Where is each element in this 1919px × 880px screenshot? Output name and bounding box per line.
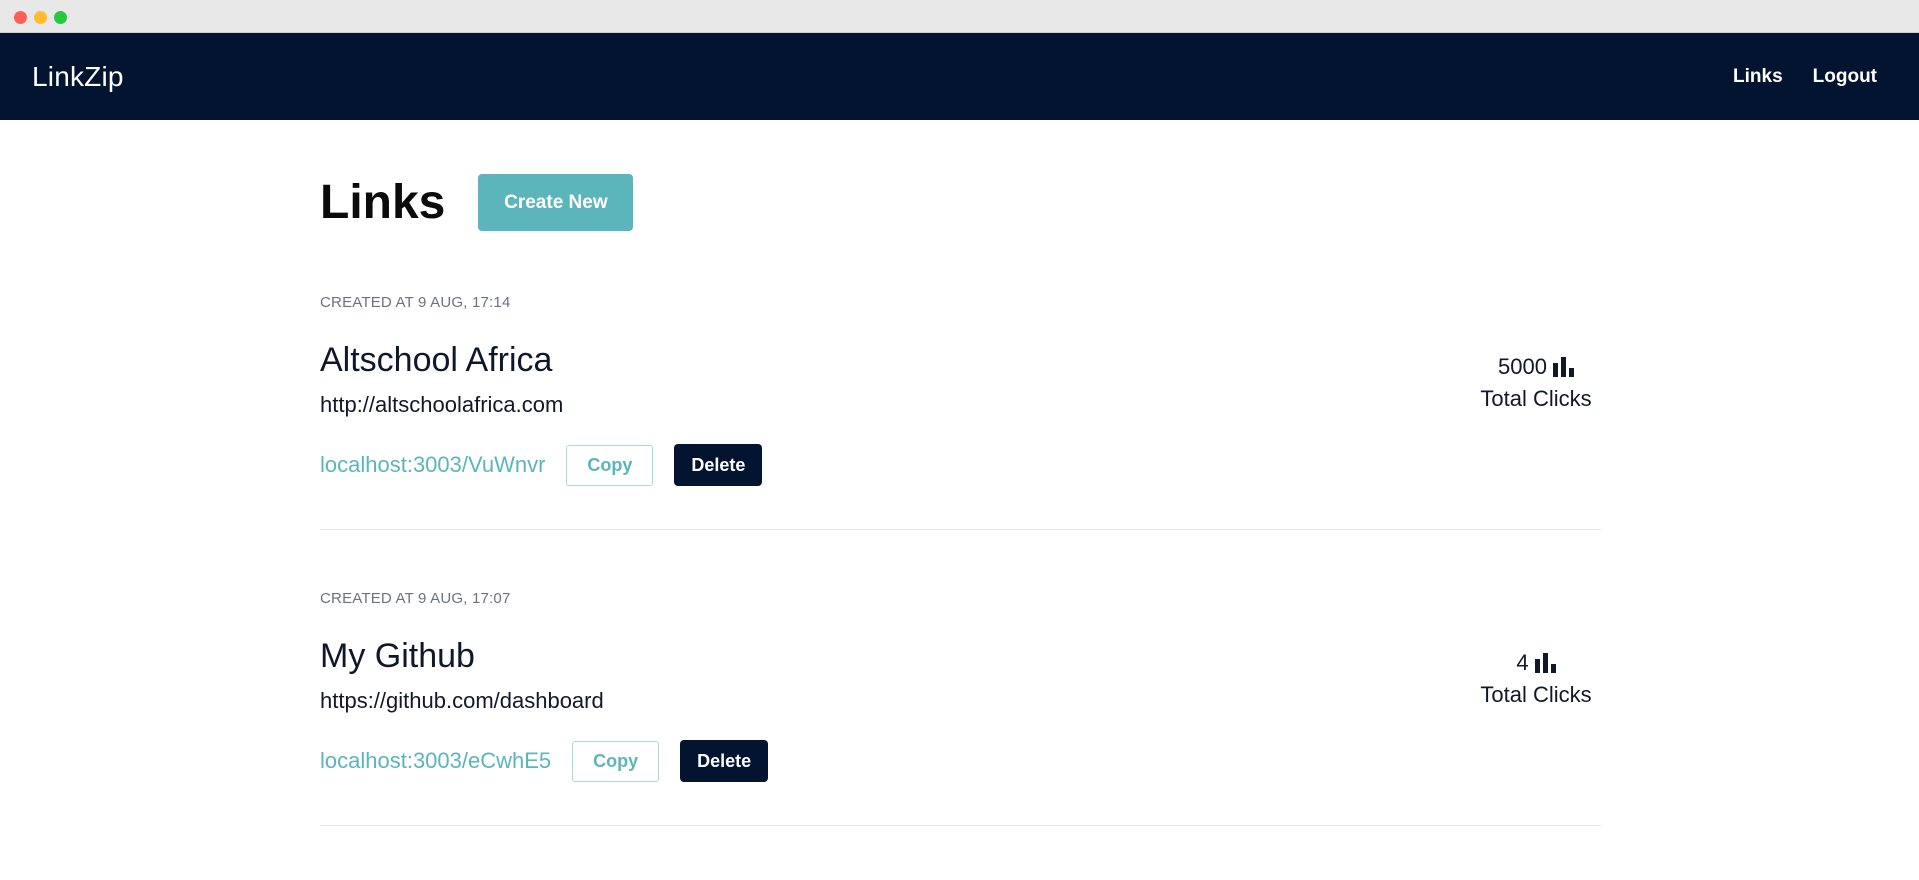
original-url: http://altschoolafrica.com <box>320 392 564 417</box>
short-url-link[interactable]: localhost:3003/VuWnvr <box>320 452 545 478</box>
click-count-row: 4 <box>1471 650 1601 676</box>
page-header: Links Create New <box>320 174 1601 231</box>
copy-button[interactable]: Copy <box>566 444 654 486</box>
top-navbar: LinkZip Links Logout <box>0 33 1919 120</box>
link-actions: localhost:3003/eCwhE5 Copy Delete <box>320 740 1601 782</box>
click-count-row: 5000 <box>1471 354 1601 380</box>
copy-button[interactable]: Copy <box>572 740 660 782</box>
create-new-button[interactable]: Create New <box>478 174 634 231</box>
link-actions: localhost:3003/VuWnvr Copy Delete <box>320 444 1601 486</box>
minimize-window-icon[interactable] <box>34 11 47 24</box>
total-clicks-label: Total Clicks <box>1480 386 1592 411</box>
nav-links-link[interactable]: Links <box>1733 66 1783 88</box>
bar-chart-icon <box>1552 357 1574 380</box>
click-count: 5000 <box>1498 354 1547 379</box>
link-card: CREATED AT 9 AUG, 17:14 Altschool Africa… <box>320 294 1601 530</box>
bar-chart-icon <box>1534 653 1556 676</box>
page-title: Links <box>320 176 446 229</box>
link-title: Altschool Africa <box>320 341 553 379</box>
click-count: 4 <box>1516 650 1529 675</box>
short-url-link[interactable]: localhost:3003/eCwhE5 <box>320 748 551 774</box>
brand-logo[interactable]: LinkZip <box>32 61 124 93</box>
link-title: My Github <box>320 637 475 675</box>
link-card: CREATED AT 9 AUG, 17:07 My Github https:… <box>320 590 1601 826</box>
click-stats: 4 Total Clicks <box>1471 650 1601 708</box>
window-title-bar <box>0 0 1919 33</box>
created-timestamp: CREATED AT 9 AUG, 17:07 <box>320 590 511 607</box>
delete-button[interactable]: Delete <box>680 740 769 782</box>
maximize-window-icon[interactable] <box>54 11 67 24</box>
nav-links: Links Logout <box>1733 66 1877 88</box>
delete-button[interactable]: Delete <box>674 444 763 486</box>
created-timestamp: CREATED AT 9 AUG, 17:14 <box>320 294 511 311</box>
click-stats: 5000 Total Clicks <box>1471 354 1601 412</box>
main-content: Links Create New CREATED AT 9 AUG, 17:14… <box>320 120 1601 826</box>
nav-logout-link[interactable]: Logout <box>1813 66 1877 88</box>
total-clicks-label: Total Clicks <box>1480 682 1592 707</box>
close-window-icon[interactable] <box>14 11 27 24</box>
original-url: https://github.com/dashboard <box>320 688 604 713</box>
